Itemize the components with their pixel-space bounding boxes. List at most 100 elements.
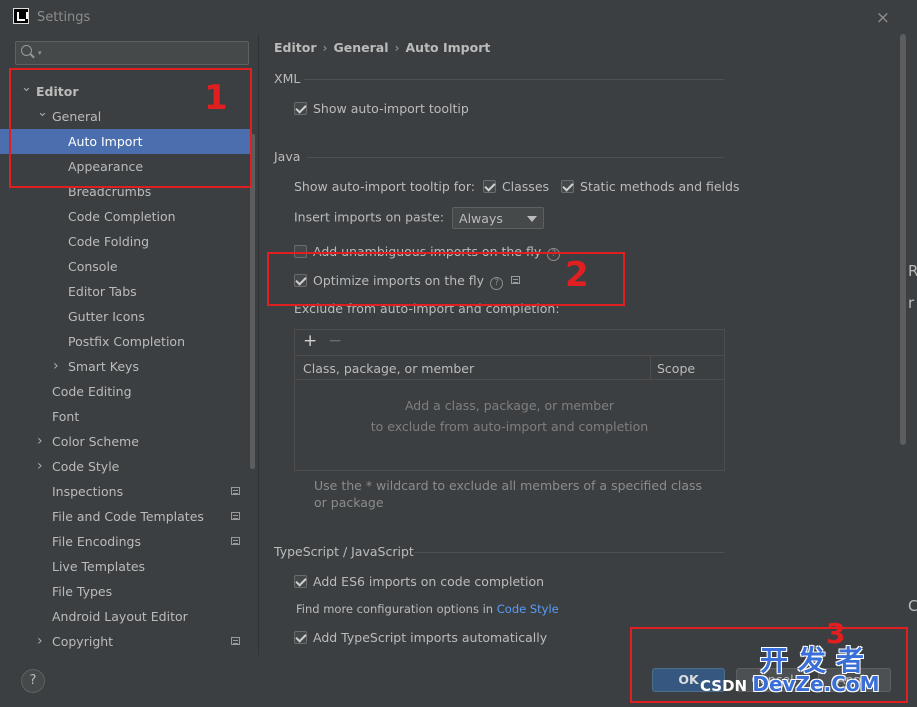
breadcrumb-item: Auto Import <box>405 40 491 55</box>
column-header-scope[interactable]: Scope <box>657 361 695 376</box>
watermark-site: DevZe.CoM <box>752 672 880 696</box>
chevron-right-icon[interactable]: › <box>53 354 59 379</box>
background-text: C <box>908 597 917 615</box>
classes-checkbox[interactable] <box>482 180 496 193</box>
column-header-class[interactable]: Class, package, or member <box>303 361 474 376</box>
section-java-title: Java <box>274 149 301 164</box>
content-scrollbar[interactable] <box>900 34 906 445</box>
exclude-toolbar: + − <box>295 330 724 354</box>
tree-item[interactable]: File and Code Templates <box>0 504 250 529</box>
code-style-link[interactable]: Code Style <box>497 602 559 616</box>
tree-item[interactable]: Code Completion <box>0 204 250 229</box>
checkbox-label: Add ES6 imports on code completion <box>313 574 545 589</box>
tree-item-label: Editor Tabs <box>68 284 137 299</box>
tree-item[interactable]: Android Layout Editor <box>0 604 250 629</box>
search-history-chevron-icon[interactable]: ▾ <box>38 49 42 57</box>
search-input[interactable] <box>46 44 241 62</box>
ts-auto-imports-checkbox[interactable] <box>294 631 307 644</box>
window-title: Settings <box>37 10 91 25</box>
tree-item-label: Live Templates <box>52 559 146 574</box>
more-config-text: Find more configuration options in <box>296 602 494 616</box>
empty-text-line2: to exclude from auto-import and completi… <box>370 419 649 434</box>
tree-item[interactable]: Postfix Completion <box>0 329 250 354</box>
chevron-right-icon[interactable]: › <box>37 454 43 479</box>
add-icon[interactable]: + <box>303 331 317 351</box>
tree-item-label: Gutter Icons <box>68 309 145 324</box>
tree-item-label: Postfix Completion <box>68 334 185 349</box>
tree-item[interactable]: Code Editing <box>0 379 250 404</box>
tree-item[interactable]: › Copyright <box>0 629 250 654</box>
section-divider <box>307 157 724 158</box>
help-button[interactable]: ? <box>21 669 45 693</box>
tree-item-label: Console <box>68 259 118 274</box>
table-header: Class, package, or member Scope <box>295 355 724 380</box>
empty-text-line1: Add a class, package, or member <box>404 398 615 413</box>
tree-item[interactable]: File Types <box>0 579 250 604</box>
remove-icon[interactable]: − <box>328 331 342 351</box>
es6-imports-row[interactable]: Add ES6 imports on code completion <box>294 574 544 589</box>
tree-item[interactable]: File Encodings <box>0 529 250 554</box>
search-icon <box>21 45 32 56</box>
section-ts-title: TypeScript / JavaScript <box>274 544 414 559</box>
breadcrumb: Editor › General › Auto Import <box>274 40 491 55</box>
title-bar: Settings × <box>0 0 917 34</box>
xml-show-tooltip-checkbox[interactable] <box>294 102 307 115</box>
annotation-number-1: 1 <box>204 78 228 118</box>
tree-item-label: Copyright <box>52 634 114 649</box>
tree-item-label: File Types <box>52 584 113 599</box>
ts-auto-imports-row[interactable]: Add TypeScript imports automatically <box>294 630 547 645</box>
exclude-table: + − Class, package, or member Scope Add … <box>294 329 725 471</box>
watermark-csdn: CSDN <box>700 677 748 695</box>
tree-item[interactable]: Live Templates <box>0 554 250 579</box>
tree-item-label: File and Code Templates <box>52 509 204 524</box>
show-tooltip-for-label: Show auto-import tooltip for: <box>294 179 475 194</box>
java-show-tooltip-row: Show auto-import tooltip for: Classes St… <box>294 179 739 194</box>
xml-show-tooltip-row[interactable]: Show auto-import tooltip <box>294 101 469 116</box>
tree-item-label: Smart Keys <box>68 359 139 374</box>
breadcrumb-item: Editor <box>274 40 317 55</box>
static-methods-label: Static methods and fields <box>580 179 740 194</box>
breadcrumb-item: General <box>333 40 389 55</box>
tree-item[interactable]: Font <box>0 404 250 429</box>
tree-item[interactable]: Console <box>0 254 250 279</box>
search-field[interactable]: ▾ <box>15 41 249 65</box>
chevron-right-icon[interactable]: › <box>37 429 43 454</box>
classes-label: Classes <box>501 179 550 194</box>
tree-item-label: Font <box>52 409 80 424</box>
tree-item[interactable]: Editor Tabs <box>0 279 250 304</box>
tree-item-label: Code Editing <box>52 384 132 399</box>
tree-item[interactable]: › Smart Keys <box>0 354 250 379</box>
watermark-text: CSDN DevZe.CoM <box>700 672 880 696</box>
tree-item-label: Inspections <box>52 484 124 499</box>
more-config-row: Find more configuration options in Code … <box>296 602 559 616</box>
section-xml-title: XML <box>274 71 301 86</box>
app-logo-icon <box>13 8 29 24</box>
tree-item[interactable]: Code Folding <box>0 229 250 254</box>
checkbox-label: Show auto-import tooltip <box>313 101 469 116</box>
insert-on-paste-dropdown[interactable]: Always <box>452 207 545 229</box>
tree-item-label: Code Style <box>52 459 120 474</box>
insert-on-paste-label: Insert imports on paste: <box>294 209 445 225</box>
chevron-right-icon[interactable]: › <box>37 629 43 654</box>
background-text: r <box>908 294 915 312</box>
insert-on-paste-row: Insert imports on paste: Always <box>294 207 545 229</box>
es6-imports-checkbox[interactable] <box>294 575 307 588</box>
column-divider[interactable] <box>650 356 651 380</box>
settings-content: Editor › General › Auto Import XML Show auto… <box>259 34 917 655</box>
tree-item-label: File Encodings <box>52 534 142 549</box>
tree-item[interactable]: Inspections <box>0 479 250 504</box>
section-divider <box>304 79 724 80</box>
close-icon[interactable]: × <box>876 8 890 28</box>
tree-item[interactable]: › Color Scheme <box>0 429 250 454</box>
tree-item-label: Code Completion <box>68 209 176 224</box>
static-methods-checkbox[interactable] <box>561 180 575 193</box>
dropdown-value: Always <box>459 211 503 226</box>
project-settings-icon <box>231 487 240 495</box>
project-settings-icon <box>231 637 240 645</box>
chevron-down-icon <box>527 216 538 222</box>
tree-item[interactable]: Gutter Icons <box>0 304 250 329</box>
project-settings-icon <box>231 537 240 545</box>
annotation-number-2: 2 <box>565 255 589 295</box>
tree-item[interactable]: › Code Style <box>0 454 250 479</box>
section-divider <box>414 552 724 553</box>
